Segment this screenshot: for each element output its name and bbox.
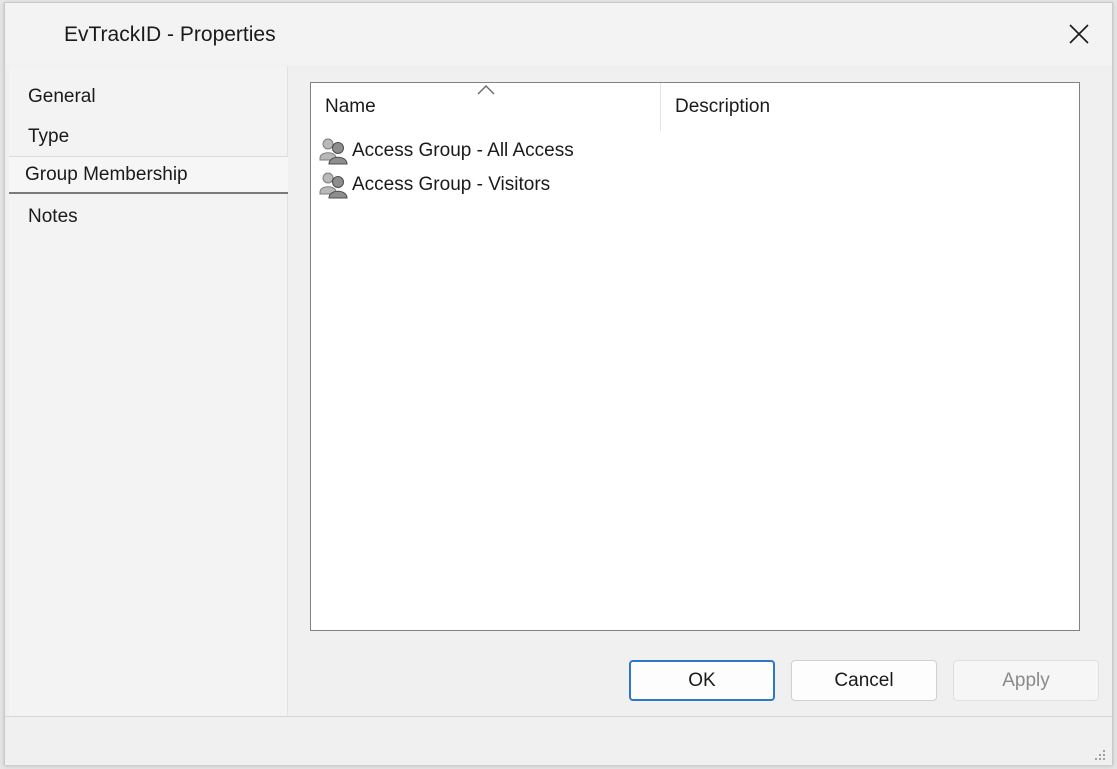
resize-grip-icon[interactable] (1092, 747, 1106, 761)
close-icon (1069, 24, 1089, 44)
list-item[interactable]: Access Group - All Access (318, 135, 574, 167)
list-item[interactable]: Access Group - Visitors (318, 169, 550, 201)
column-header-name-label: Name (325, 96, 376, 117)
close-button[interactable] (1046, 3, 1112, 65)
cancel-button[interactable]: Cancel (791, 660, 937, 701)
sort-ascending-icon (477, 85, 495, 95)
group-icon (319, 172, 348, 199)
apply-button[interactable]: Apply (953, 660, 1099, 701)
sidebar-item-general[interactable]: General (9, 78, 288, 116)
status-bar (5, 716, 1112, 765)
properties-dialog: EvTrackID - Properties General Type Grou… (4, 2, 1113, 765)
sidebar-item-notes[interactable]: Notes (9, 198, 288, 236)
column-header-name[interactable]: Name (311, 83, 661, 131)
list-item-name: Access Group - All Access (352, 140, 574, 161)
group-membership-list[interactable]: Name Description Access Group - All Acce… (310, 82, 1080, 631)
sidebar: General Type Group Membership Notes (9, 66, 288, 716)
sidebar-item-type[interactable]: Type (9, 118, 288, 156)
dialog-title: EvTrackID - Properties (64, 23, 276, 46)
group-icon (319, 138, 348, 165)
sidebar-item-group-membership[interactable]: Group Membership (9, 156, 288, 194)
column-header-description-label: Description (675, 96, 771, 117)
title-bar[interactable]: EvTrackID - Properties (5, 3, 1112, 65)
column-header-description[interactable]: Description (661, 83, 1079, 131)
list-item-name: Access Group - Visitors (352, 174, 551, 195)
ok-button[interactable]: OK (629, 660, 775, 701)
